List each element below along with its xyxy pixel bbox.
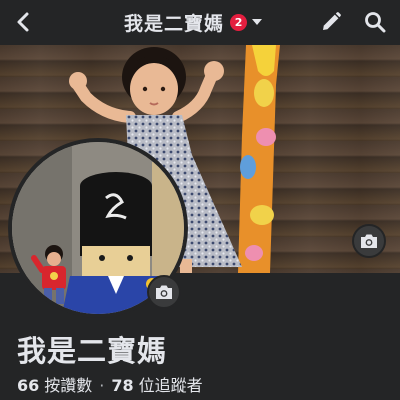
- followers-count: 78: [111, 376, 134, 395]
- page-title: 我是二寶媽: [124, 12, 225, 35]
- likes-count: 66: [17, 376, 40, 395]
- caret-down-icon: [252, 19, 263, 25]
- camera-icon: [156, 285, 172, 299]
- camera-icon: [361, 234, 377, 248]
- search-button[interactable]: [357, 4, 393, 40]
- chevron-left-icon: [17, 12, 29, 32]
- change-profile-picture-button[interactable]: [147, 275, 181, 309]
- notification-badge: 2: [230, 13, 248, 31]
- edit-button[interactable]: [313, 4, 349, 40]
- profile-stats: 66 按讚數 · 78 位追蹤者: [17, 372, 203, 396]
- followers-label: 位追蹤者: [138, 376, 203, 395]
- stats-separator: ·: [99, 376, 105, 395]
- top-bar: 我是二寶媽 2: [0, 0, 400, 45]
- search-icon: [365, 12, 386, 33]
- likes-label: 按讚數: [44, 376, 93, 395]
- page-profile: 我是二寶媽 2 我是二寶媽 66 按讚數 · 78 位追蹤者: [0, 0, 400, 400]
- back-button[interactable]: [6, 4, 42, 40]
- change-cover-button[interactable]: [352, 224, 386, 258]
- profile-name: 我是二寶媽: [17, 334, 168, 368]
- pencil-icon: [323, 12, 341, 30]
- page-switcher[interactable]: 我是二寶媽 2: [124, 8, 263, 36]
